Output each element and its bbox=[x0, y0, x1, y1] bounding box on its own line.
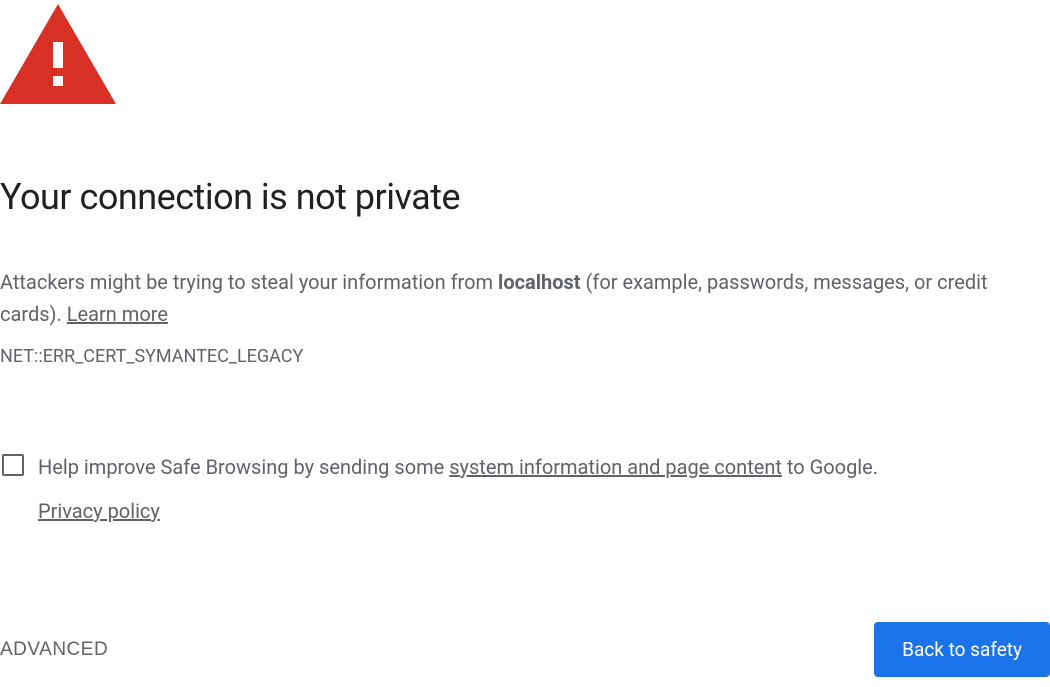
warning-description: Attackers might be trying to steal your … bbox=[0, 266, 1000, 330]
opt-in-checkbox[interactable] bbox=[2, 454, 24, 476]
opt-in-text: Help improve Safe Browsing by sending so… bbox=[38, 451, 878, 527]
opt-in-prefix: Help improve Safe Browsing by sending so… bbox=[38, 455, 449, 479]
opt-in-section: Help improve Safe Browsing by sending so… bbox=[2, 451, 1042, 527]
learn-more-link[interactable]: Learn more bbox=[67, 302, 168, 326]
page-heading: Your connection is not private bbox=[0, 176, 1050, 218]
system-info-link[interactable]: system information and page content bbox=[449, 455, 782, 479]
error-code: NET::ERR_CERT_SYMANTEC_LEGACY bbox=[0, 346, 1050, 367]
back-to-safety-button[interactable]: Back to safety bbox=[874, 622, 1050, 677]
advanced-button[interactable]: ADVANCED bbox=[0, 639, 108, 661]
privacy-policy-link[interactable]: Privacy policy bbox=[38, 495, 160, 527]
description-prefix: Attackers might be trying to steal your … bbox=[0, 270, 498, 294]
hostname: localhost bbox=[498, 270, 581, 294]
warning-triangle-icon bbox=[0, 4, 1050, 104]
button-row: ADVANCED Back to safety bbox=[0, 622, 1050, 677]
opt-in-suffix: to Google. bbox=[782, 455, 878, 479]
